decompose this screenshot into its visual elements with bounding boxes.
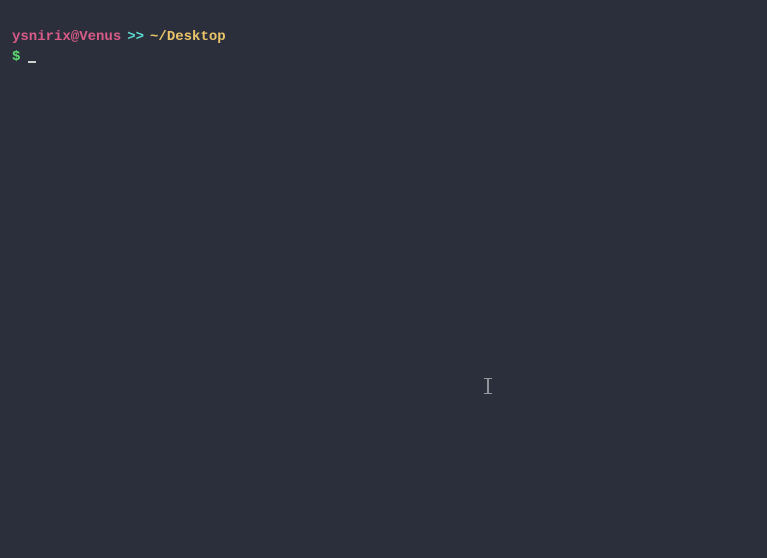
prompt-separator: >>	[127, 28, 144, 48]
user-host: ysnirix@Venus	[12, 28, 121, 48]
prompt-symbol: $	[12, 48, 20, 68]
terminal-window[interactable]: ysnirix@Venus >> ~/Desktop $	[0, 0, 767, 558]
current-path: ~/Desktop	[150, 28, 226, 48]
prompt-line-1: ysnirix@Venus >> ~/Desktop	[12, 28, 755, 48]
input-cursor	[28, 61, 36, 63]
prompt-line-2: $	[12, 48, 755, 68]
ibeam-cursor-icon	[484, 378, 492, 394]
